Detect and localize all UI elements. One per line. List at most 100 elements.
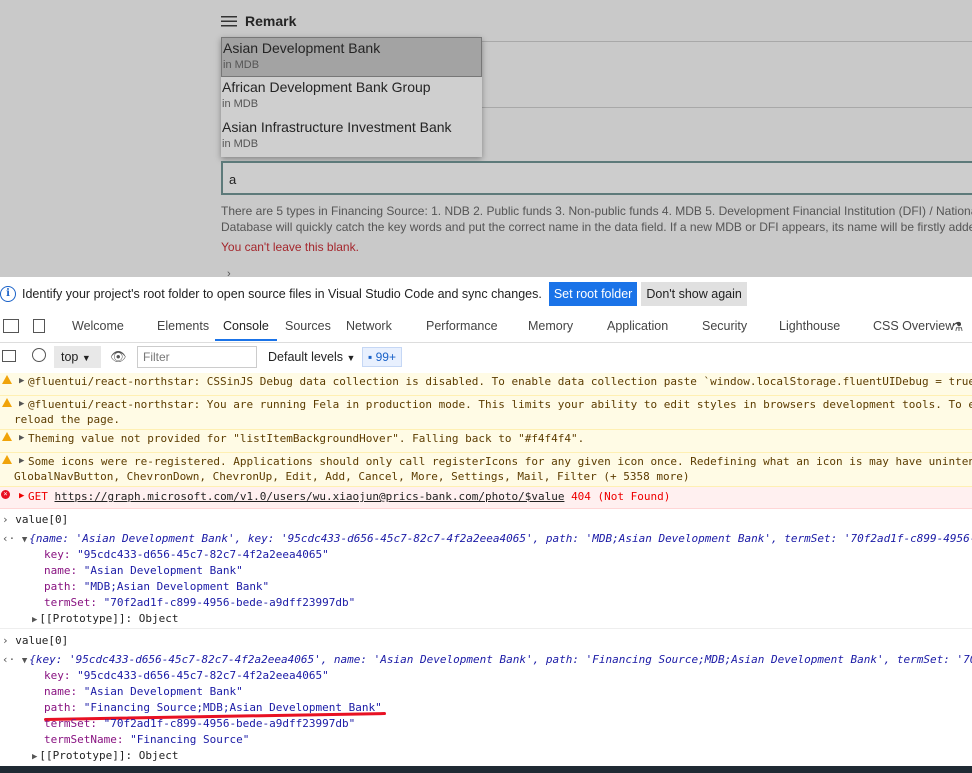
console-result[interactable]: ‹· ▼ {name: 'Asian Development Bank', key… xyxy=(2,531,972,548)
error-status: 404 (Not Found) xyxy=(571,490,671,503)
warning-text: Some icons were re-registered. Applicati… xyxy=(28,455,972,468)
console-result[interactable]: ‹· ▼ {key: '95cdc433-d656-45c7-82c7-4f2a2… xyxy=(2,652,972,669)
error-url-link[interactable]: https://graph.microsoft.com/v1.0/users/w… xyxy=(55,490,565,503)
financing-source-input[interactable]: a xyxy=(221,161,972,195)
property-value: "95cdc433-d656-45c7-82c7-4f2a2eea4065" xyxy=(77,669,329,682)
collapse-triangle-icon[interactable]: ▼ xyxy=(22,656,27,666)
expand-triangle-icon[interactable]: ▶ xyxy=(19,431,24,446)
object-property: name: "Asian Development Bank" xyxy=(44,685,243,698)
help-text: There are 5 types in Financing Source: 1… xyxy=(221,203,972,235)
suggestion-name: Asian Development Bank xyxy=(223,40,381,56)
object-property: name: "Asian Development Bank" xyxy=(44,564,243,577)
help-line: Database will quickly catch the key word… xyxy=(221,220,972,234)
infobar-text: Identify your project's root folder to o… xyxy=(22,286,542,301)
expand-triangle-icon[interactable]: ▶ xyxy=(32,615,37,625)
prototype-text: [[Prototype]]: Object xyxy=(39,749,179,762)
chevron-down-icon: ▼ xyxy=(346,353,356,363)
suggestion-parent: in MDB xyxy=(223,59,260,71)
hamburger-icon xyxy=(221,16,237,27)
tab-welcome[interactable]: Welcome xyxy=(72,319,124,333)
tab-network[interactable]: Network xyxy=(346,319,392,333)
tab-memory[interactable]: Memory xyxy=(528,319,573,333)
suggestion-item[interactable]: Asian Infrastructure Investment Bank in … xyxy=(221,117,482,157)
warning-icon xyxy=(2,375,12,384)
remark-label: Remark xyxy=(245,13,297,29)
device-toolbar-icon[interactable] xyxy=(33,319,45,333)
tab-performance[interactable]: Performance xyxy=(426,319,498,333)
divider xyxy=(0,628,972,629)
remark-header: Remark xyxy=(221,10,296,32)
expand-triangle-icon[interactable]: ▶ xyxy=(19,397,24,412)
object-property: termSetName: "Financing Source" xyxy=(44,733,250,746)
suggestion-item[interactable]: African Development Bank Group in MDB xyxy=(221,77,482,117)
console-warning: ▶ Theming value not provided for "listIt… xyxy=(0,430,972,453)
sidebar-toggle-icon[interactable] xyxy=(2,350,16,362)
error-message: You can't leave this blank. xyxy=(221,240,359,254)
object-preview: {name: 'Asian Development Bank', key: '9… xyxy=(29,532,972,545)
warning-icon xyxy=(2,432,12,441)
console-warning: ▶ @fluentui/react-northstar: You are run… xyxy=(0,396,972,430)
object-preview: {key: '95cdc433-d656-45c7-82c7-4f2a2eea4… xyxy=(29,653,972,666)
prompt-icon: › xyxy=(2,634,9,647)
form-area: Remark Asian Development Bank in MDB Afr… xyxy=(0,0,972,277)
property-value: "Financing Source" xyxy=(130,733,250,746)
dont-show-again-button[interactable]: Don't show again xyxy=(641,281,747,306)
object-property: path: "MDB;Asian Development Bank" xyxy=(44,580,270,593)
tab-css-overview[interactable]: CSS Overview xyxy=(873,319,954,333)
command-text: value[0] xyxy=(15,513,69,526)
object-property: termSet: "70f2ad1f-c899-4956-bede-a9dff2… xyxy=(44,717,356,730)
tab-security[interactable]: Security xyxy=(702,319,747,333)
context-value: top xyxy=(61,350,79,364)
devtools-infobar: i Identify your project's root folder to… xyxy=(0,277,972,310)
help-line: There are 5 types in Financing Source: 1… xyxy=(221,204,972,218)
property-value: "Asian Development Bank" xyxy=(83,685,243,698)
clear-console-icon[interactable] xyxy=(32,348,46,362)
suggestion-name: Asian Infrastructure Investment Bank xyxy=(222,119,452,135)
flask-icon: ⚗ xyxy=(952,320,964,334)
result-icon: ‹· xyxy=(2,532,16,545)
object-property: key: "95cdc433-d656-45c7-82c7-4f2a2eea40… xyxy=(44,669,329,682)
expand-triangle-icon[interactable]: ▶ xyxy=(19,374,24,389)
tab-elements[interactable]: Elements xyxy=(157,319,209,333)
suggestion-item[interactable]: Asian Development Bank in MDB xyxy=(221,37,482,77)
tab-console[interactable]: Console xyxy=(223,319,269,333)
suggestion-parent: in MDB xyxy=(222,98,259,110)
tab-lighthouse[interactable]: Lighthouse xyxy=(779,319,840,333)
expand-triangle-icon[interactable]: ▶ xyxy=(32,752,37,762)
tab-application[interactable]: Application xyxy=(607,319,668,333)
inspect-icon[interactable] xyxy=(3,319,19,333)
suggestion-parent: in MDB xyxy=(222,138,259,150)
taskbar xyxy=(0,766,972,773)
issues-badge[interactable]: ▪ 99+ xyxy=(362,347,402,367)
log-levels-label: Default levels xyxy=(268,350,344,364)
console-error: × ▶ GET https://graph.microsoft.com/v1.0… xyxy=(0,487,972,509)
expand-triangle-icon[interactable]: ▶ xyxy=(19,489,24,504)
console-toolbar: top ▼ 👁 Filter Default levels ▼ ▪ 99+ xyxy=(0,343,972,374)
message-icon: ▪ xyxy=(368,350,373,364)
log-levels-select[interactable]: Default levels ▼ xyxy=(268,350,355,364)
console-output: ▶ @fluentui/react-northstar: CSSinJS Deb… xyxy=(0,373,972,773)
context-select[interactable]: top ▼ xyxy=(54,346,101,368)
object-property: key: "95cdc433-d656-45c7-82c7-4f2a2eea40… xyxy=(44,548,329,561)
eye-icon[interactable]: 👁 xyxy=(110,349,127,365)
chevron-down-icon: ▼ xyxy=(81,353,91,363)
console-warning: ▶ @fluentui/react-northstar: CSSinJS Deb… xyxy=(0,373,972,396)
prototype-row[interactable]: ▶ [[Prototype]]: Object xyxy=(32,748,179,765)
prototype-row[interactable]: ▶ [[Prototype]]: Object xyxy=(32,611,179,628)
chevron-right-icon[interactable]: › xyxy=(227,268,231,277)
command-text: value[0] xyxy=(15,634,69,647)
warning-text: @fluentui/react-northstar: You are runni… xyxy=(28,398,972,411)
collapse-triangle-icon[interactable]: ▼ xyxy=(22,535,27,545)
tab-sources[interactable]: Sources xyxy=(285,319,331,333)
warning-text: reload the page. xyxy=(14,413,120,426)
console-warning: ▶ Some icons were re-registered. Applica… xyxy=(0,453,972,487)
suggestion-dropdown: Asian Development Bank in MDB African De… xyxy=(221,37,482,157)
property-value: "95cdc433-d656-45c7-82c7-4f2a2eea4065" xyxy=(77,548,329,561)
console-input: › value[0] xyxy=(2,512,68,527)
prototype-text: [[Prototype]]: Object xyxy=(39,612,179,625)
set-root-folder-button[interactable]: Set root folder xyxy=(548,281,638,306)
suggestion-name: African Development Bank Group xyxy=(222,79,431,95)
expand-triangle-icon[interactable]: ▶ xyxy=(19,454,24,469)
warning-icon xyxy=(2,398,12,407)
filter-input[interactable]: Filter xyxy=(137,346,257,368)
